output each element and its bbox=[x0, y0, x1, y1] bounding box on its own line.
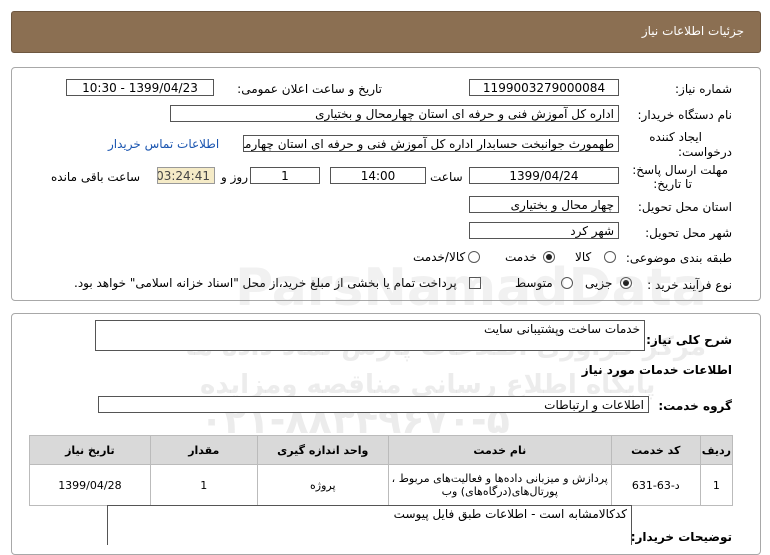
row-code: د-63-631 bbox=[610, 464, 701, 506]
treasury-payment-note: پرداخت تمام یا بخشی از مبلغ خرید،از محل … bbox=[74, 276, 457, 290]
need-number-label: شماره نیاز: bbox=[675, 82, 732, 96]
remaining-time: 03:24:41 bbox=[157, 167, 215, 184]
col-name: نام خدمت bbox=[387, 435, 612, 465]
buyer-field[interactable]: اداره کل آموزش فنی و حرفه ای استان چهارم… bbox=[170, 105, 619, 122]
category-option-service: خدمت bbox=[505, 250, 537, 264]
category-radio-goods-service[interactable] bbox=[468, 251, 480, 263]
process-radio-minor[interactable] bbox=[620, 277, 632, 289]
category-radio-service[interactable] bbox=[543, 251, 555, 263]
process-radio-medium[interactable] bbox=[561, 277, 573, 289]
remaining-label: ساعت باقی مانده bbox=[51, 170, 141, 184]
category-option-goods: کالا bbox=[575, 250, 592, 264]
days-label: روز و bbox=[221, 170, 248, 184]
col-code: کد خدمت bbox=[610, 435, 701, 465]
process-label: نوع فرآیند خرید : bbox=[647, 278, 732, 292]
category-radio-goods[interactable] bbox=[604, 251, 616, 263]
service-group-label: گروه خدمت: bbox=[658, 399, 732, 413]
row-name: پردازش و میزبانی داده‌ها و فعالیت‌های مر… bbox=[387, 464, 612, 506]
city-field[interactable]: شهر کرد bbox=[469, 222, 619, 239]
deadline-time-field[interactable]: 14:00 bbox=[330, 167, 426, 184]
summary-label: شرح کلی نیاز: bbox=[646, 333, 732, 347]
creator-field[interactable]: طهمورث جوانبخت حسابدار اداره کل آموزش فن… bbox=[243, 135, 619, 152]
service-group-field[interactable]: اطلاعات و ارتباطات bbox=[98, 396, 649, 413]
summary-field[interactable]: خدمات ساخت وپشتیبانی سایت bbox=[95, 320, 645, 351]
row-unit: پروژه bbox=[256, 464, 389, 506]
days-field[interactable]: 1 bbox=[250, 167, 320, 184]
province-field[interactable]: چهار محال و بختیاری bbox=[469, 196, 619, 213]
row-index: 1 bbox=[699, 464, 734, 506]
announce-label: تاریخ و ساعت اعلان عمومی: bbox=[237, 82, 382, 96]
services-section-title: اطلاعات خدمات مورد نیاز bbox=[581, 363, 732, 377]
table-row[interactable]: 1 د-63-631 پردازش و میزبانی داده‌ها و فع… bbox=[29, 464, 734, 506]
row-date: 1399/04/28 bbox=[29, 464, 151, 506]
col-index: ردیف bbox=[699, 435, 734, 465]
page-title: جزئیات اطلاعات نیاز bbox=[641, 24, 744, 38]
creator-label-2: درخواست: bbox=[678, 145, 732, 159]
province-label: استان محل تحویل: bbox=[637, 200, 732, 214]
buyer-label: نام دستگاه خریدار: bbox=[637, 108, 733, 122]
deadline-time-label: ساعت bbox=[430, 170, 463, 184]
process-option-medium: متوسط bbox=[515, 276, 553, 290]
row-name-line-1: پردازش و میزبانی داده‌ها و فعالیت‌های مر… bbox=[391, 472, 608, 485]
page-header: جزئیات اطلاعات نیاز bbox=[11, 11, 761, 53]
col-date: تاریخ نیاز bbox=[29, 435, 151, 465]
deadline-date-field[interactable]: 1399/04/24 bbox=[469, 167, 619, 184]
deadline-label-2: تا تاریخ: bbox=[653, 177, 692, 191]
treasury-payment-checkbox[interactable] bbox=[469, 277, 481, 289]
row-quantity: 1 bbox=[149, 464, 258, 506]
creator-label-1: ایجاد کننده bbox=[649, 130, 702, 144]
buyer-notes-label: توضیحات خریدار: bbox=[630, 530, 732, 544]
col-unit: واحد اندازه گیری bbox=[256, 435, 389, 465]
city-label: شهر محل تحویل: bbox=[645, 226, 732, 240]
category-option-goods-service: کالا/خدمت bbox=[413, 250, 466, 264]
col-quantity: مقدار bbox=[149, 435, 258, 465]
details-panel bbox=[11, 67, 761, 301]
contact-buyer-link[interactable]: اطلاعات تماس خریدار bbox=[108, 137, 219, 151]
deadline-label-1: مهلت ارسال پاسخ: bbox=[632, 163, 728, 177]
services-table: ردیف کد خدمت نام خدمت واحد اندازه گیری م… bbox=[29, 435, 734, 506]
buyer-notes-field[interactable]: کدکالامشابه است - اطلاعات طبق فایل پیوست bbox=[107, 505, 632, 545]
category-label: طبقه بندی موضوعی: bbox=[625, 251, 732, 265]
row-name-line-2: پورتال‌های(درگاه‌های) وب bbox=[441, 485, 558, 498]
process-option-minor: جزیی bbox=[585, 276, 613, 290]
need-number-field[interactable]: 1199003279000084 bbox=[469, 79, 619, 96]
services-table-header: ردیف کد خدمت نام خدمت واحد اندازه گیری م… bbox=[29, 435, 734, 465]
announce-field[interactable]: 1399/04/23 - 10:30 bbox=[66, 79, 214, 96]
